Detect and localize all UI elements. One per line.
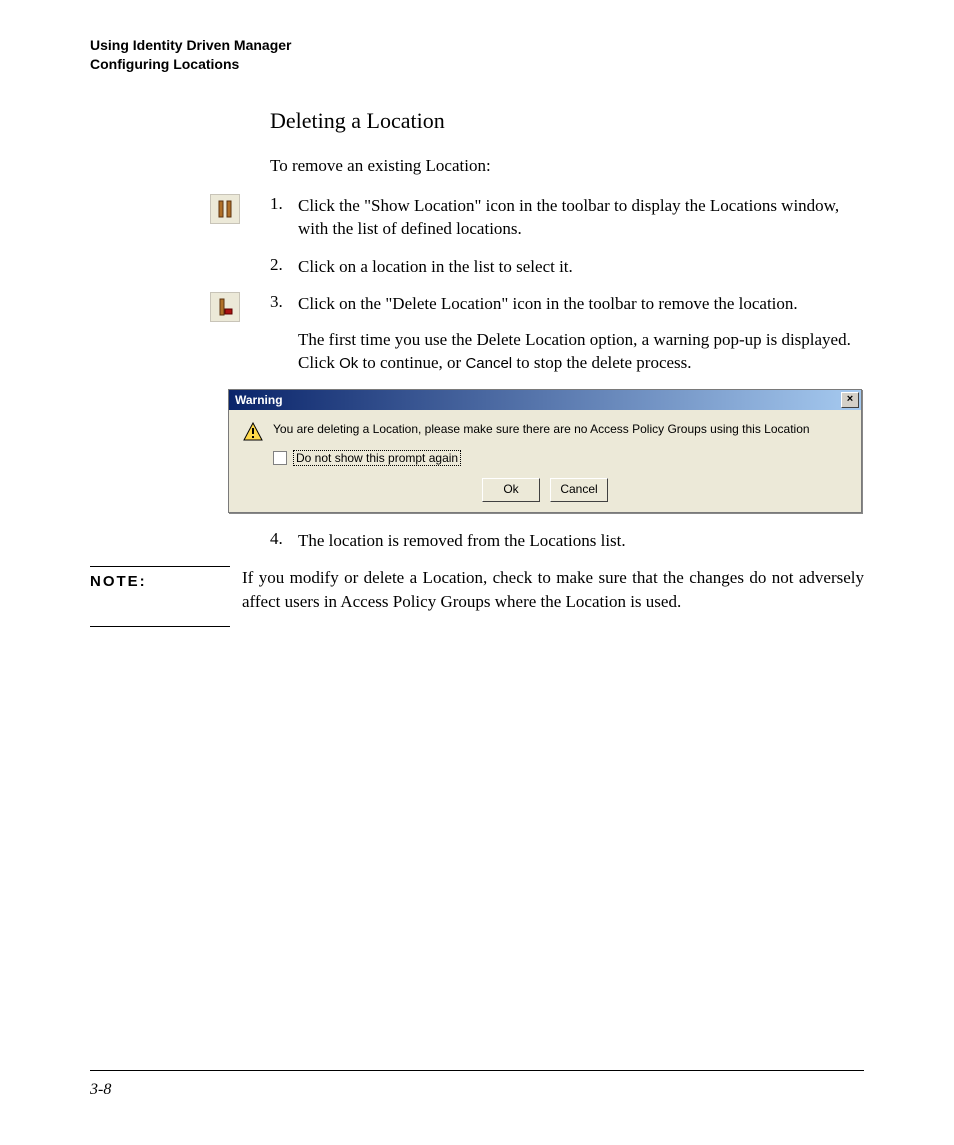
- step-2: 2. Click on a location in the list to se…: [270, 255, 864, 278]
- section-intro: To remove an existing Location:: [270, 156, 864, 176]
- page-number: 3-8: [90, 1081, 111, 1098]
- section-title: Deleting a Location: [270, 108, 864, 134]
- step-3-number: 3.: [270, 292, 298, 312]
- running-header-line1: Using Identity Driven Manager: [90, 36, 864, 55]
- step-3-text: Click on the "Delete Location" icon in t…: [298, 294, 798, 313]
- step-3-extra: The first time you use the Delete Locati…: [298, 328, 864, 375]
- show-location-icon: [210, 194, 240, 224]
- ok-inline-label: Ok: [339, 355, 358, 372]
- cancel-button[interactable]: Cancel: [550, 478, 608, 502]
- note-label: NOTE:: [90, 566, 230, 627]
- ok-button[interactable]: Ok: [482, 478, 540, 502]
- running-header: Using Identity Driven Manager Configurin…: [90, 36, 864, 74]
- warning-dialog: Warning × You are deleting a Location, p…: [228, 389, 862, 513]
- dialog-titlebar: Warning ×: [229, 390, 861, 410]
- step-1-text: Click the "Show Location" icon in the to…: [298, 194, 864, 241]
- step-4-text: The location is removed from the Locatio…: [298, 529, 864, 552]
- delete-location-icon: [210, 292, 240, 322]
- cancel-inline-label: Cancel: [465, 355, 512, 372]
- step-1: 1. Click the "Show Location" icon in the…: [270, 194, 864, 241]
- do-not-show-checkbox[interactable]: [273, 451, 287, 465]
- dialog-message: You are deleting a Location, please make…: [273, 422, 810, 436]
- step-1-number: 1.: [270, 194, 298, 214]
- dialog-title-text: Warning: [235, 393, 283, 407]
- page-footer: 3-8: [90, 1070, 864, 1099]
- note-text: If you modify or delete a Location, chec…: [242, 566, 864, 613]
- step-2-number: 2.: [270, 255, 298, 275]
- running-header-line2: Configuring Locations: [90, 55, 864, 74]
- step-4-number: 4.: [270, 529, 298, 549]
- step-3: 3. Click on the "Delete Location" icon i…: [270, 292, 864, 375]
- warning-icon: [243, 422, 263, 442]
- step-4: 4. The location is removed from the Loca…: [270, 529, 864, 552]
- close-icon[interactable]: ×: [841, 392, 859, 408]
- step-2-text: Click on a location in the list to selec…: [298, 255, 864, 278]
- do-not-show-label[interactable]: Do not show this prompt again: [293, 450, 461, 466]
